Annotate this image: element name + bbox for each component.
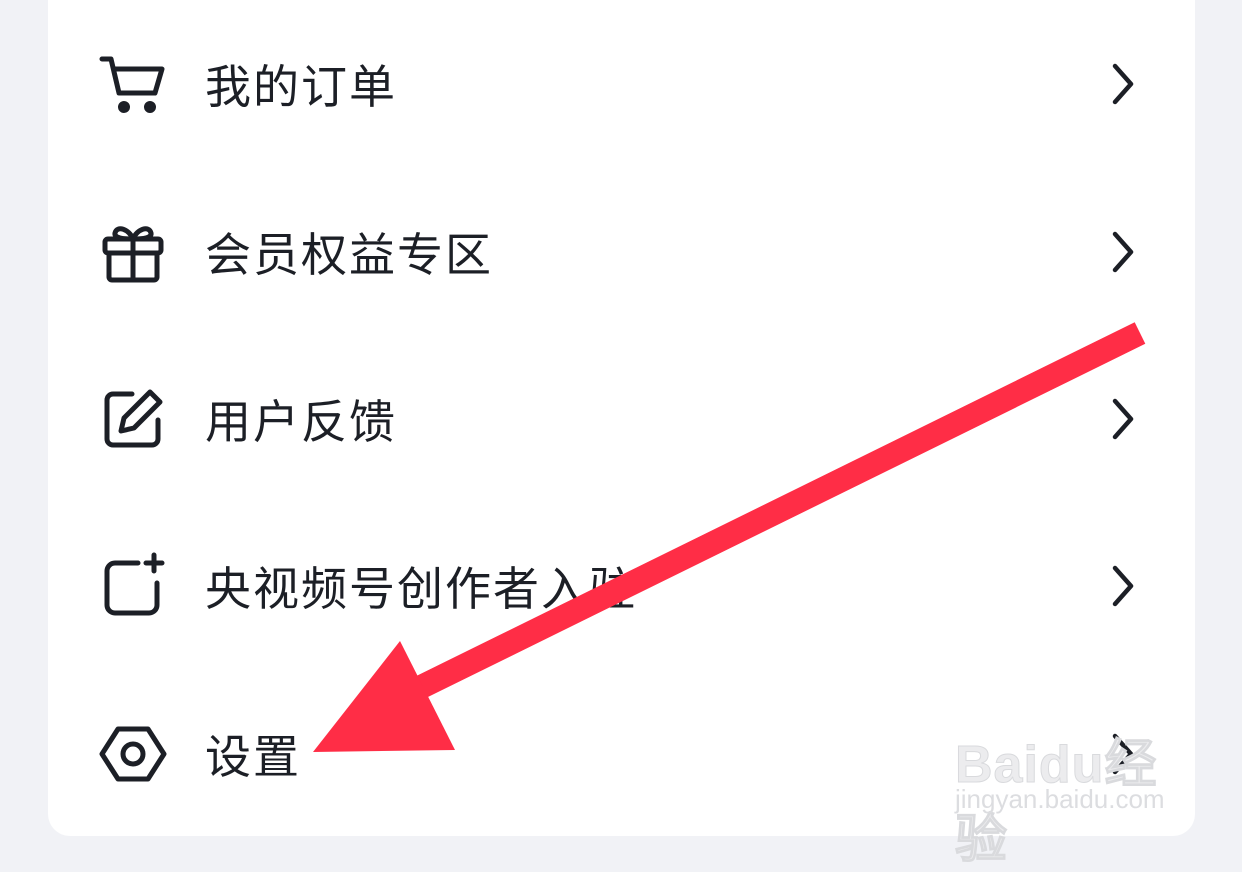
menu-item-user-feedback[interactable]: 用户反馈 <box>48 335 1195 503</box>
add-square-icon <box>98 551 168 621</box>
chevron-right-icon <box>1103 228 1143 276</box>
chevron-right-icon <box>1103 395 1143 443</box>
menu-item-label: 用户反馈 <box>205 395 397 449</box>
menu-item-label: 我的订单 <box>205 60 397 114</box>
menu-item-settings[interactable]: 设置 <box>48 670 1195 838</box>
menu-item-creator-signup[interactable]: 央视频号创作者入驻 <box>48 502 1195 670</box>
chevron-right-icon <box>1103 60 1143 108</box>
menu-item-member-benefits[interactable]: 会员权益专区 <box>48 168 1195 336</box>
chevron-right-icon <box>1103 730 1143 778</box>
chevron-right-icon <box>1103 562 1143 610</box>
gift-icon <box>98 217 168 287</box>
menu-item-label: 会员权益专区 <box>205 228 493 282</box>
menu-item-my-orders[interactable]: 我的订单 <box>48 0 1195 168</box>
menu-item-label: 央视频号创作者入驻 <box>205 562 637 616</box>
cart-icon <box>98 49 168 119</box>
edit-icon <box>98 384 168 454</box>
menu-item-label: 设置 <box>205 730 301 784</box>
settings-hexagon-icon <box>98 719 168 789</box>
